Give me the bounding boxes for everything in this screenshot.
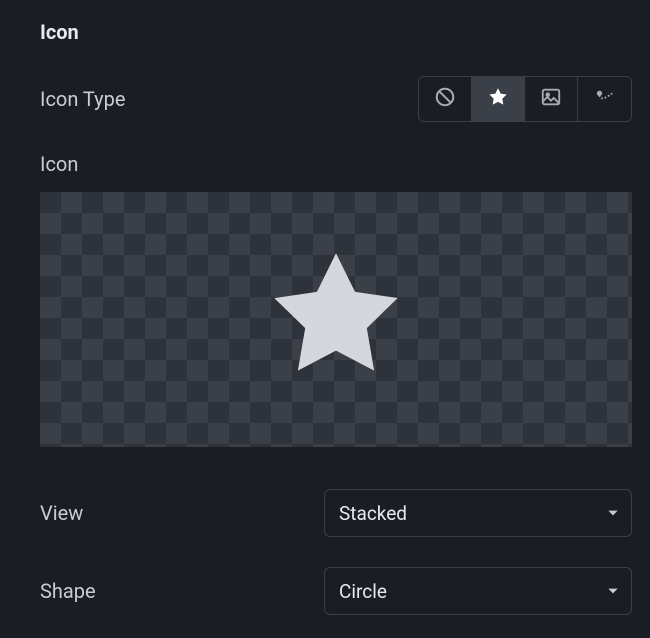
icon-type-none[interactable] (419, 77, 472, 121)
view-label: View (40, 501, 83, 525)
icon-type-row: Icon Type (40, 76, 632, 122)
none-icon (434, 86, 456, 113)
image-icon (540, 86, 562, 113)
shape-select-wrap: Circle (324, 567, 632, 615)
shape-row: Shape Circle (40, 567, 632, 615)
shape-label: Shape (40, 579, 96, 603)
icon-preview-label: Icon (40, 152, 632, 176)
view-select-wrap: Stacked (324, 489, 632, 537)
view-select[interactable]: Stacked (324, 489, 632, 537)
view-select-value: Stacked (339, 502, 407, 525)
icon-type-group (418, 76, 632, 122)
icon-type-star[interactable] (472, 77, 525, 121)
shape-select[interactable]: Circle (324, 567, 632, 615)
view-row: View Stacked (40, 489, 632, 537)
icon-type-custom[interactable] (578, 77, 631, 121)
preview-star-icon (261, 242, 411, 397)
icon-preview[interactable] (40, 192, 632, 447)
path-icon (594, 86, 616, 113)
star-icon (487, 86, 509, 113)
section-title: Icon (40, 20, 632, 44)
shape-select-value: Circle (339, 580, 387, 603)
icon-type-image[interactable] (525, 77, 578, 121)
icon-type-label: Icon Type (40, 87, 125, 111)
